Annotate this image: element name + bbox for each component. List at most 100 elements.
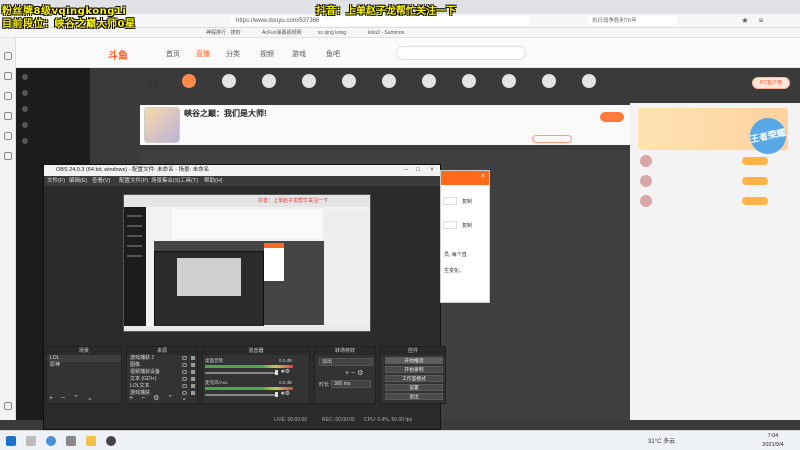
lock-icon[interactable]	[191, 370, 195, 374]
maximize-icon[interactable]: □	[412, 165, 424, 176]
eye-icon[interactable]	[182, 356, 187, 360]
address-bar[interactable]: https://www.douyu.com/537366	[230, 16, 530, 26]
fan-icon[interactable]	[182, 74, 196, 88]
weather-widget[interactable]: 31°C 多云	[648, 436, 675, 445]
volume-slider[interactable]	[205, 372, 277, 374]
source-controls[interactable]: + − ⚙ ⌃ ⌄	[129, 394, 190, 402]
vote-icon[interactable]	[342, 74, 356, 88]
share-icon[interactable]	[582, 74, 596, 88]
lock-icon[interactable]	[191, 377, 195, 381]
nav-live[interactable]: 直播	[196, 49, 210, 59]
report-button[interactable]	[532, 135, 572, 143]
games-icon[interactable]	[4, 132, 12, 140]
douyu-logo[interactable]: 斗鱼	[108, 47, 128, 62]
dialog-field[interactable]	[443, 197, 457, 205]
scene-item[interactable]: 原神	[47, 362, 121, 369]
sidebar-dot[interactable]	[22, 90, 28, 96]
eye-icon[interactable]	[182, 377, 187, 381]
bookmark-item[interactable]: AcFun弹幕视频网	[262, 28, 301, 38]
extension-icon[interactable]: ★	[740, 16, 750, 26]
eye-icon[interactable]	[182, 370, 187, 374]
transition-controls[interactable]: + − ⚙	[345, 369, 363, 377]
bookmark-item[interactable]: kola3 - Summon	[368, 28, 404, 38]
bag-icon[interactable]	[462, 74, 476, 88]
volume-slider[interactable]	[205, 394, 277, 396]
task-view-icon[interactable]	[66, 436, 76, 446]
start-recording-button[interactable]: 开始录制	[385, 366, 443, 373]
settings-icon[interactable]	[4, 402, 12, 410]
clock-date[interactable]: 2021/9/4	[756, 442, 790, 448]
copy-button[interactable]: 复制	[462, 198, 472, 205]
streamer-avatar[interactable]	[144, 107, 180, 143]
pc-client-button[interactable]: PC客户端	[752, 77, 790, 89]
share-button[interactable]	[600, 112, 624, 122]
source-item[interactable]: LOL文本	[127, 383, 197, 390]
task-icon[interactable]	[302, 74, 316, 88]
scene-item[interactable]: LOL	[47, 355, 121, 362]
rank-row[interactable]	[638, 155, 792, 169]
menu-file[interactable]: 文件(F)	[47, 176, 65, 186]
scene-controls[interactable]: + − ⌃ ⌄	[49, 394, 96, 402]
speaker-icon[interactable]: 🔊︎⚙	[281, 390, 290, 398]
mail-icon[interactable]	[4, 152, 12, 160]
douyu-search-input[interactable]	[396, 46, 526, 60]
sidebar-dot[interactable]	[22, 138, 28, 144]
history-icon[interactable]	[4, 72, 12, 80]
copy-button[interactable]: 复制	[462, 222, 472, 229]
windows-start-icon[interactable]	[6, 436, 16, 446]
lock-icon[interactable]	[191, 363, 195, 367]
download-icon[interactable]	[4, 92, 12, 100]
eye-icon[interactable]	[182, 384, 187, 388]
browser-search-box[interactable]: 抗日战争胜利76年	[588, 16, 678, 26]
obs-taskbar-icon[interactable]	[106, 436, 116, 446]
nav-game[interactable]: 游戏	[292, 49, 306, 59]
nav-home[interactable]: 首页	[166, 49, 180, 59]
nav-video[interactable]: 视频	[260, 49, 274, 59]
bookmark-item[interactable]: 神探排行 · 搜狗	[206, 28, 240, 38]
studio-mode-button[interactable]: 工作室模式	[385, 375, 443, 382]
source-item[interactable]: 图像	[127, 362, 197, 369]
menu-view[interactable]: 查看(V)	[92, 176, 110, 186]
volume-knob[interactable]	[275, 370, 278, 375]
lock-icon[interactable]	[191, 391, 195, 395]
menu-icon[interactable]: ≡	[756, 16, 766, 26]
gift-icon[interactable]	[262, 74, 276, 88]
speaker-icon[interactable]: 🔊︎⚙	[281, 368, 290, 376]
chat-banner[interactable]: 王者荣耀	[638, 108, 790, 158]
lock-icon[interactable]	[191, 356, 195, 360]
sidebar-dot[interactable]	[22, 122, 28, 128]
menu-scene-collection[interactable]: 场景集合(S)	[151, 176, 180, 186]
shop-icon[interactable]	[422, 74, 436, 88]
sound-icon[interactable]	[542, 74, 556, 88]
volume-knob[interactable]	[275, 392, 278, 397]
eye-icon[interactable]	[182, 363, 187, 367]
edge-icon[interactable]	[46, 436, 56, 446]
close-icon[interactable]: ×	[426, 165, 438, 176]
favorites-icon[interactable]	[4, 52, 12, 60]
start-streaming-button[interactable]: 开始推流	[385, 357, 443, 364]
notes-icon[interactable]	[4, 112, 12, 120]
lock-icon[interactable]	[191, 384, 195, 388]
source-item[interactable]: 文本 (GDI+)	[127, 376, 197, 383]
nav-category[interactable]: 分类	[226, 49, 240, 59]
obs-preview[interactable]: 抖音：上单赵子龙帮忙关注一下	[123, 194, 371, 332]
menu-tools[interactable]: 工具(T)	[180, 176, 198, 186]
close-icon[interactable]: ×	[481, 173, 485, 180]
duration-input[interactable]: 300 ms	[331, 380, 371, 388]
menu-edit[interactable]: 编辑(E)	[69, 176, 87, 186]
rank-row[interactable]	[638, 175, 792, 189]
sidebar-dot[interactable]	[22, 106, 28, 112]
star-icon[interactable]	[502, 74, 516, 88]
menu-help[interactable]: 帮助(H)	[204, 176, 223, 186]
rank-row[interactable]	[638, 195, 792, 209]
rank-icon[interactable]	[382, 74, 396, 88]
sidebar-dot[interactable]	[22, 74, 28, 80]
clock-time[interactable]: 7:04	[756, 433, 790, 439]
nav-yuba[interactable]: 鱼吧	[326, 49, 340, 59]
minimize-icon[interactable]: –	[400, 165, 412, 176]
menu-profile[interactable]: 配置文件(P)	[119, 176, 148, 186]
explorer-icon[interactable]	[86, 436, 96, 446]
search-icon[interactable]	[26, 436, 36, 446]
transition-select[interactable]: 淡出	[319, 358, 373, 366]
bookmark-item[interactable]: xx qing kong	[318, 28, 346, 38]
